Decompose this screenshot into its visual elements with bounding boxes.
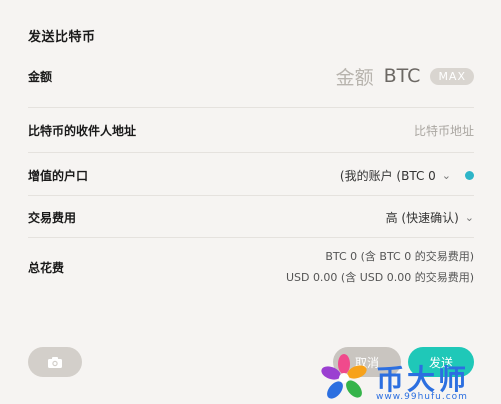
total-label: 总花费 xyxy=(28,260,65,275)
total-values: BTC 0 (含 BTC 0 的交易费用) USD 0.00 (含 USD 0.… xyxy=(286,246,474,288)
status-dot-icon xyxy=(465,170,474,180)
flower-logo-icon xyxy=(321,354,367,399)
watermark-url: www.99hufu.com xyxy=(376,392,468,402)
amount-unit: BTC xyxy=(383,65,421,87)
camera-icon xyxy=(48,356,62,368)
fee-row: 交易费用 高 (快速确认) ⌄ xyxy=(28,207,474,227)
divider xyxy=(28,195,474,196)
funding-account-row: 增值的户口 (我的账户 (BTC 0 ⌄ xyxy=(28,165,474,185)
amount-row: 金额 金额 BTC MAX xyxy=(28,63,474,90)
recipient-address-input[interactable]: 比特币地址 xyxy=(414,122,474,139)
total-btc-line: BTC 0 (含 BTC 0 的交易费用) xyxy=(325,250,474,263)
total-usd-line: USD 0.00 (含 USD 0.00 的交易费用) xyxy=(285,271,474,284)
fee-select[interactable]: 高 (快速确认) ⌄ xyxy=(386,209,474,226)
camera-button[interactable] xyxy=(28,347,82,377)
amount-label: 金额 xyxy=(28,69,53,84)
funding-account-value: (我的账户 (BTC 0 xyxy=(339,168,436,183)
chevron-down-icon: ⌄ xyxy=(441,168,451,182)
funding-account-select[interactable]: (我的账户 (BTC 0 ⌄ xyxy=(340,167,474,184)
divider xyxy=(28,107,474,108)
divider xyxy=(28,152,474,153)
chevron-down-icon: ⌄ xyxy=(464,210,474,224)
funding-account-label: 增值的户口 xyxy=(28,168,89,183)
page-title: 发送比特币 xyxy=(28,30,96,45)
amount-input-group[interactable]: 金额 BTC MAX xyxy=(336,63,474,90)
amount-input[interactable]: 金额 xyxy=(336,63,374,90)
recipient-row: 比特币的收件人地址 比特币地址 xyxy=(28,120,474,140)
fee-value: 高 (快速确认) xyxy=(385,210,459,225)
divider xyxy=(28,237,474,238)
watermark: 币大师 www.99hufu.com xyxy=(318,352,501,404)
max-button[interactable]: MAX xyxy=(430,67,474,85)
recipient-label: 比特币的收件人地址 xyxy=(28,123,137,138)
total-row: 总花费 BTC 0 (含 BTC 0 的交易费用) USD 0.00 (含 US… xyxy=(28,245,474,289)
fee-label: 交易费用 xyxy=(28,210,77,225)
